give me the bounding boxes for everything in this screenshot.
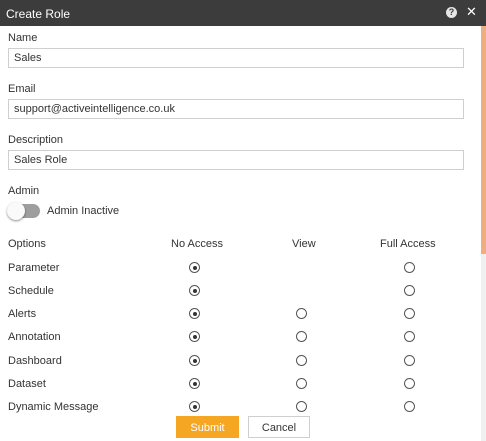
email-field[interactable]: [8, 99, 464, 119]
dynamic-message-full-access-radio[interactable]: [404, 401, 415, 412]
dashboard-view-radio[interactable]: [296, 355, 307, 366]
name-field[interactable]: [8, 48, 464, 68]
no-access-header: No Access: [171, 238, 223, 250]
annotation-view-radio[interactable]: [296, 331, 307, 342]
dashboard-full-access-radio[interactable]: [404, 355, 415, 366]
dynamic-message-view-radio[interactable]: [296, 401, 307, 412]
option-row-label: Annotation: [8, 331, 61, 343]
options-header: Options: [8, 238, 46, 250]
option-row-label: Dynamic Message: [8, 401, 99, 413]
dynamic-message-no-access-radio[interactable]: [189, 401, 200, 412]
alerts-no-access-radio[interactable]: [189, 308, 200, 319]
admin-toggle-label: Admin Inactive: [47, 205, 120, 217]
option-row-label: Schedule: [8, 285, 54, 297]
scrollbar[interactable]: [481, 26, 486, 441]
admin-toggle[interactable]: [7, 202, 40, 220]
scrollbar-thumb[interactable]: [481, 26, 486, 254]
email-label: Email: [8, 83, 36, 95]
schedule-no-access-radio[interactable]: [189, 285, 200, 296]
help-icon[interactable]: ?: [446, 7, 457, 18]
close-icon[interactable]: ✕: [466, 5, 477, 19]
option-row-label: Alerts: [8, 308, 37, 320]
admin-toggle-knob[interactable]: [7, 202, 25, 220]
alerts-full-access-radio[interactable]: [404, 308, 415, 319]
alerts-view-radio[interactable]: [296, 308, 307, 319]
annotation-no-access-radio[interactable]: [189, 331, 200, 342]
parameter-full-access-radio[interactable]: [404, 262, 415, 273]
description-field[interactable]: [8, 150, 464, 170]
dataset-no-access-radio[interactable]: [189, 378, 200, 389]
cancel-button[interactable]: Cancel: [248, 416, 310, 438]
dataset-view-radio[interactable]: [296, 378, 307, 389]
parameter-no-access-radio[interactable]: [189, 262, 200, 273]
option-row-label: Dataset: [8, 378, 46, 390]
schedule-full-access-radio[interactable]: [404, 285, 415, 296]
name-label: Name: [8, 32, 38, 44]
annotation-full-access-radio[interactable]: [404, 331, 415, 342]
submit-button[interactable]: Submit: [176, 416, 239, 438]
view-header: View: [292, 238, 316, 250]
description-label: Description: [8, 134, 64, 146]
dashboard-no-access-radio[interactable]: [189, 355, 200, 366]
dialog-title: Create Role: [6, 7, 71, 21]
admin-label: Admin: [8, 185, 40, 197]
option-row-label: Dashboard: [8, 355, 62, 367]
dialog-titlebar: Create Role ? ✕: [0, 0, 486, 26]
dataset-full-access-radio[interactable]: [404, 378, 415, 389]
option-row-label: Parameter: [8, 262, 60, 274]
full-access-header: Full Access: [380, 238, 436, 250]
